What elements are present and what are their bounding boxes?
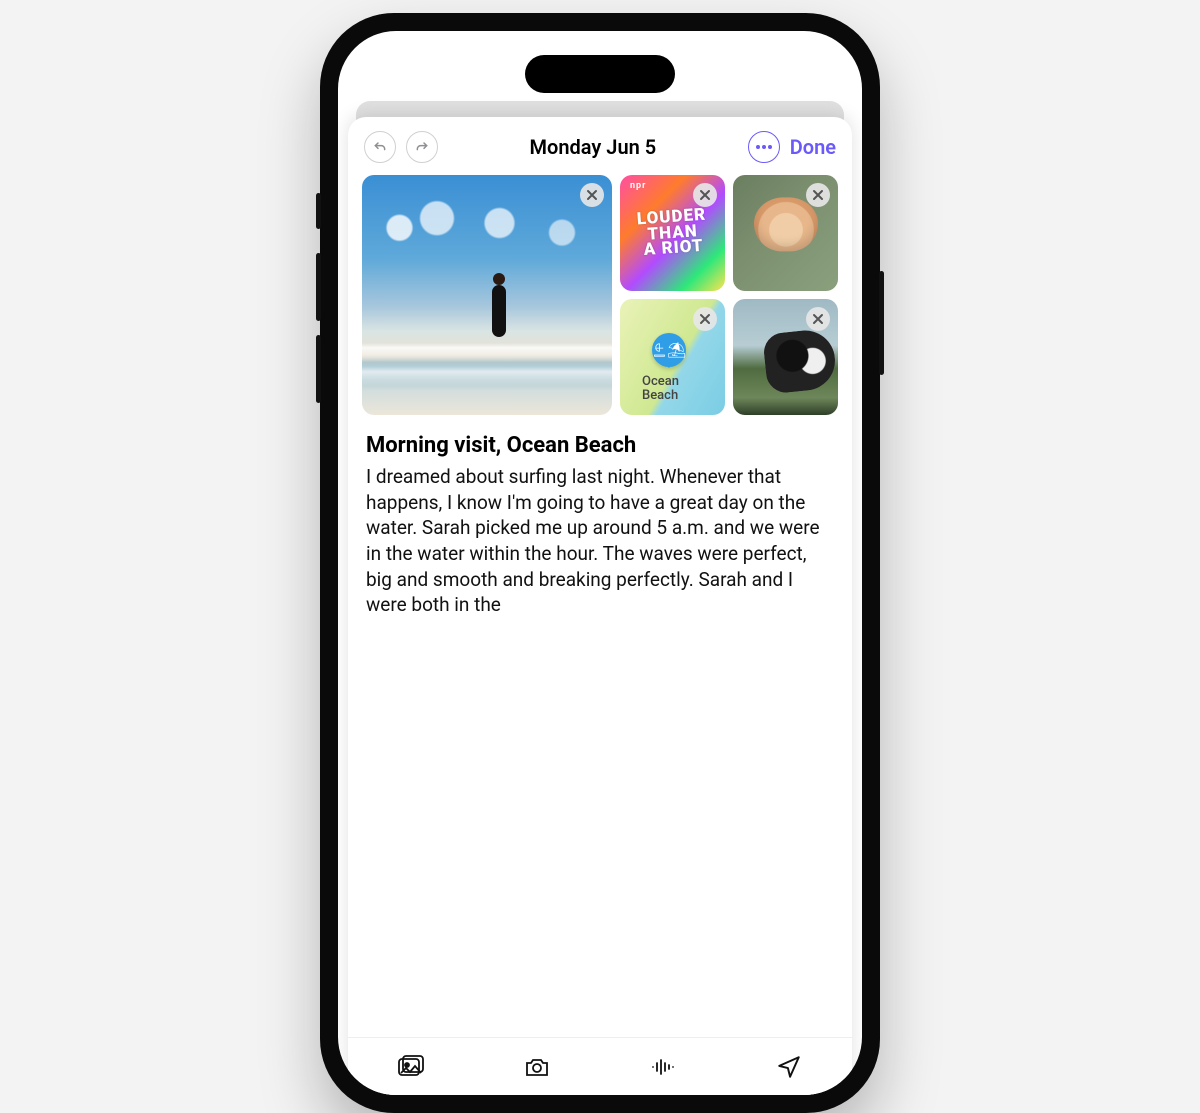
attachment-photo-beach[interactable] <box>362 175 612 415</box>
screen: 9:41 Monday <box>338 31 862 1095</box>
insert-audio-button[interactable] <box>648 1054 678 1080</box>
attachment-location[interactable]: ⛱ Ocean Beach <box>620 299 725 415</box>
attachment-photo-dog[interactable] <box>733 299 838 415</box>
attachment-podcast[interactable]: npr LOUDER THAN A RIOT <box>620 175 725 291</box>
surfer-figure <box>492 285 506 337</box>
remove-attachment-button[interactable] <box>693 183 717 207</box>
redo-button[interactable] <box>406 131 438 163</box>
podcast-network-badge: npr <box>630 181 646 191</box>
attachment-photo-shell[interactable] <box>733 175 838 291</box>
remove-attachment-button[interactable] <box>580 183 604 207</box>
done-button[interactable]: Done <box>790 135 836 159</box>
status-bar: 9:41 <box>338 53 862 93</box>
podcast-title: LOUDER THAN A RIOT <box>636 207 708 259</box>
more-button[interactable] <box>748 131 780 163</box>
undo-button[interactable] <box>364 131 396 163</box>
remove-attachment-button[interactable] <box>806 183 830 207</box>
entry-title: Morning visit, Ocean Beach <box>366 433 834 458</box>
phone-frame: 9:41 Monday <box>320 13 880 1113</box>
insert-photo-button[interactable] <box>396 1054 426 1080</box>
map-location-label: Ocean Beach <box>642 375 679 404</box>
insert-location-button[interactable] <box>774 1054 804 1080</box>
sheet-title: Monday Jun 5 <box>448 135 738 159</box>
wifi-icon <box>766 65 786 81</box>
status-time: 9:41 <box>378 63 414 84</box>
insert-camera-button[interactable] <box>522 1054 552 1080</box>
sheet-toolbar: Monday Jun 5 Done <box>348 117 852 175</box>
side-button-power <box>879 271 884 375</box>
entry-text[interactable]: I dreamed about surfing last night. When… <box>366 464 834 618</box>
text-fade <box>348 1011 852 1037</box>
compose-toolbar <box>348 1037 852 1095</box>
entry-body[interactable]: Morning visit, Ocean Beach I dreamed abo… <box>348 415 852 618</box>
battery-icon <box>792 66 822 80</box>
entry-sheet: Monday Jun 5 Done npr LOU <box>348 117 852 1095</box>
side-button-volume-down <box>316 335 321 403</box>
remove-attachment-button[interactable] <box>693 307 717 331</box>
attachments-grid: npr LOUDER THAN A RIOT <box>348 175 852 415</box>
side-button-volume-up <box>316 253 321 321</box>
side-button-silent <box>316 193 321 229</box>
remove-attachment-button[interactable] <box>806 307 830 331</box>
cellular-icon <box>738 65 760 81</box>
map-pin-icon: ⛱ <box>652 333 686 367</box>
